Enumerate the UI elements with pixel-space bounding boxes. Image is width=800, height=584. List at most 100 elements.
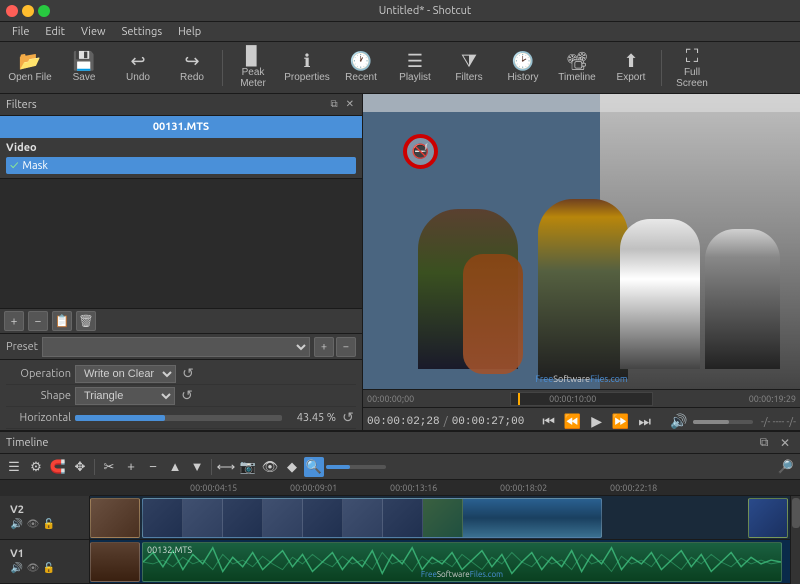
playlist-icon: ☰ <box>407 52 423 70</box>
menu-settings[interactable]: Settings <box>114 24 171 40</box>
tl-settings-button[interactable]: ⚙ <box>26 457 46 477</box>
preset-minus-button[interactable]: − <box>336 337 356 357</box>
main-toolbar: 📂 Open File 💾 Save ↩ Undo ↪ Redo ▊ Peak … <box>0 42 800 94</box>
volume-slider[interactable] <box>693 420 753 424</box>
preset-add-button[interactable]: + <box>314 337 334 357</box>
undo-button[interactable]: ↩ Undo <box>112 44 164 92</box>
thumb-8 <box>423 499 463 537</box>
horizontal-slider[interactable] <box>75 412 282 424</box>
tl-zoom-out-button[interactable]: 🔎 <box>776 457 796 477</box>
tl-zoom-slider[interactable] <box>326 465 386 469</box>
track-v2-icons: 🔊 👁 🔓 <box>10 518 56 532</box>
close-button[interactable] <box>6 5 18 17</box>
track-v1-clip-2[interactable]: 00132.MTS FreeSoftwareFiles.com <box>142 542 782 582</box>
recent-button[interactable]: 🕐 Recent <box>335 44 387 92</box>
export-button[interactable]: ⬆ Export <box>605 44 657 92</box>
undo-label: Undo <box>126 72 150 83</box>
history-button[interactable]: 🕑 History <box>497 44 549 92</box>
horizontal-reset-button[interactable]: ↺ <box>340 410 356 426</box>
save-button[interactable]: 💾 Save <box>58 44 110 92</box>
redo-icon: ↪ <box>184 52 199 70</box>
timeline-label: Timeline <box>558 72 595 83</box>
track-v2-clip-1[interactable] <box>90 498 140 538</box>
next-frame-button[interactable]: ⏩ <box>611 412 631 432</box>
open-file-label: Open File <box>8 72 51 83</box>
track-v1-row: 00132.MTS FreeSoftwareFiles.com <box>90 540 790 584</box>
tl-preview-button[interactable]: 👁 <box>260 457 280 477</box>
track-v2-clip-3[interactable] <box>748 498 788 538</box>
fullscreen-button[interactable]: ⛶ Full Screen <box>666 44 718 92</box>
window-controls[interactable] <box>6 5 50 17</box>
panel-float-button[interactable]: ⧉ <box>328 99 339 110</box>
track-v2-eye-button[interactable]: 👁 <box>26 518 40 532</box>
time-ruler[interactable]: 00:00:10:00 <box>510 392 653 406</box>
track-v2-audio-button[interactable]: 🔊 <box>10 518 24 532</box>
volume-button[interactable]: 🔊 <box>669 412 689 432</box>
tl-ripple-button[interactable]: ⟷ <box>216 457 236 477</box>
track-v2-clip-2[interactable]: 00131.MTS <box>142 498 602 538</box>
timeline-button[interactable]: 📽 Timeline <box>551 44 603 92</box>
tl-snap-button[interactable]: 🧲 <box>48 457 68 477</box>
track-v2-name: V2 <box>10 504 56 516</box>
tc-5: 00:00:22:18 <box>610 483 657 493</box>
filter-copy-button[interactable]: 📋 <box>52 311 72 331</box>
maximize-button[interactable] <box>38 5 50 17</box>
horizontal-value: 43.45 % <box>286 412 336 424</box>
menu-help[interactable]: Help <box>170 24 209 40</box>
tl-remove-button[interactable]: − <box>143 457 163 477</box>
peak-meter-button[interactable]: ▊ Peak Meter <box>227 44 279 92</box>
track-v1-clip-1[interactable] <box>90 542 140 582</box>
shape-dropdown[interactable]: Triangle <box>75 387 175 405</box>
filter-delete-button[interactable]: 🗑 <box>76 311 96 331</box>
menu-edit[interactable]: Edit <box>37 24 73 40</box>
track-v1-eye-button[interactable]: 👁 <box>26 562 40 576</box>
operation-dropdown[interactable]: Write on Clear <box>75 365 176 383</box>
tl-keyframe-button[interactable]: ◆ <box>282 457 302 477</box>
tl-add-button[interactable]: + <box>121 457 141 477</box>
track-v1-audio-button[interactable]: 🔊 <box>10 562 24 576</box>
total-time-display: 00:00:27;00 <box>452 416 525 428</box>
track-v1-lock-button[interactable]: 🔓 <box>42 562 56 576</box>
thumb-4 <box>263 499 303 537</box>
skip-end-button[interactable]: ⏭ <box>635 412 655 432</box>
playlist-button[interactable]: ☰ Playlist <box>389 44 441 92</box>
filter-add-button[interactable]: + <box>4 311 24 331</box>
tl-down-button[interactable]: ▼ <box>187 457 207 477</box>
track-v2-lock-button[interactable]: 🔓 <box>42 518 56 532</box>
shape-reset-button[interactable]: ↺ <box>179 388 195 404</box>
fullscreen-label: Full Screen <box>668 67 716 89</box>
clip3-thumb <box>749 499 787 537</box>
tc-3: 00:00:13:16 <box>390 483 437 493</box>
timeline-float-button[interactable]: ⧉ <box>755 434 773 452</box>
timeline-scrollbar[interactable] <box>790 496 800 584</box>
menu-file[interactable]: File <box>4 24 37 40</box>
scrollbar-thumb[interactable] <box>792 498 800 528</box>
tl-scrub-button[interactable]: ✥ <box>70 457 90 477</box>
operation-reset-button[interactable]: ↺ <box>180 366 196 382</box>
mask-filter-item[interactable]: ✓ Mask <box>6 157 356 174</box>
prev-frame-button[interactable]: ⏪ <box>563 412 583 432</box>
filter-remove-button[interactable]: − <box>28 311 48 331</box>
menu-view[interactable]: View <box>73 24 114 40</box>
tl-split-button[interactable]: ✂ <box>99 457 119 477</box>
preset-select[interactable] <box>42 337 310 357</box>
play-button[interactable]: ▶ <box>587 412 607 432</box>
skip-start-button[interactable]: ⏮ <box>539 412 559 432</box>
properties-button[interactable]: ℹ Properties <box>281 44 333 92</box>
filters-button[interactable]: ⧩ Filters <box>443 44 495 92</box>
tl-zoom-in-button[interactable]: 🔍 <box>304 457 324 477</box>
tl-up-button[interactable]: ▲ <box>165 457 185 477</box>
no-smoking-sign: 🚭 <box>403 134 438 169</box>
window-title: Untitled* - Shotcut <box>56 5 794 17</box>
shape-label: Shape <box>6 390 71 402</box>
open-file-button[interactable]: 📂 Open File <box>4 44 56 92</box>
minimize-button[interactable] <box>22 5 34 17</box>
tl-camera-button[interactable]: 📷 <box>238 457 258 477</box>
shape-param-row: Shape Triangle ↺ <box>6 385 356 407</box>
mask-filter-label: Mask <box>22 160 48 172</box>
panel-controls: ⧉ ✕ <box>328 99 356 110</box>
tl-menu-button[interactable]: ☰ <box>4 457 24 477</box>
timeline-close-button[interactable]: ✕ <box>776 434 794 452</box>
panel-close-button[interactable]: ✕ <box>344 99 356 110</box>
redo-button[interactable]: ↪ Redo <box>166 44 218 92</box>
